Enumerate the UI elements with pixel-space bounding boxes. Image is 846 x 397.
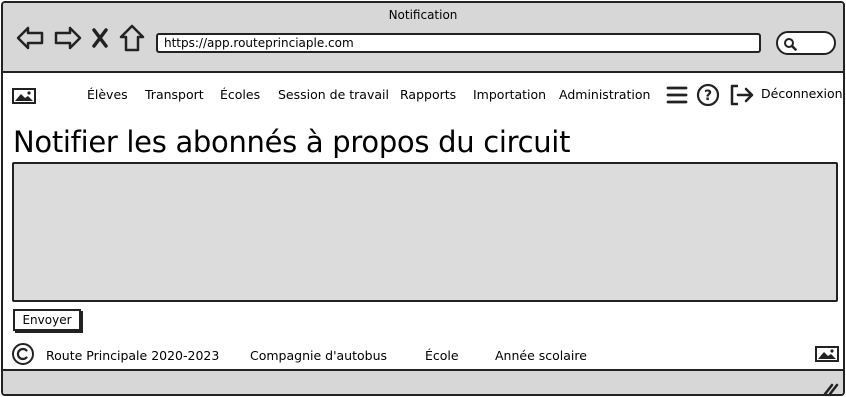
browser-chrome: Notification https://app.routeprinciaple…	[3, 3, 843, 73]
hamburger-menu-icon[interactable]	[666, 85, 688, 105]
nav-item-administration[interactable]: Administration	[559, 87, 650, 102]
help-icon[interactable]: ?	[696, 83, 720, 107]
image-icon	[815, 346, 839, 362]
close-icon	[92, 28, 108, 48]
nav-item-importation[interactable]: Importation	[473, 87, 546, 102]
footer: Route Principale 2020-2023 Compagnie d'a…	[3, 339, 843, 369]
footer-link-annee-scolaire[interactable]: Année scolaire	[495, 348, 587, 363]
window-title: Notification	[388, 8, 458, 22]
message-textarea[interactable]	[12, 162, 838, 302]
home-button[interactable]	[118, 22, 146, 54]
footer-link-ecole[interactable]: École	[425, 348, 459, 363]
resize-grip-icon[interactable]	[823, 381, 839, 395]
footer-link-compagnie[interactable]: Compagnie d'autobus	[250, 348, 387, 363]
copyright-icon	[12, 343, 34, 365]
back-arrow-icon	[16, 26, 44, 50]
nav-item-eleves[interactable]: Élèves	[87, 87, 128, 102]
send-button[interactable]: Envoyer	[13, 309, 81, 331]
nav-item-ecoles[interactable]: Écoles	[220, 87, 260, 102]
status-bar	[3, 369, 843, 395]
url-bar[interactable]: https://app.routeprinciaple.com	[156, 33, 761, 53]
browser-window: Notification https://app.routeprinciaple…	[1, 1, 845, 396]
nav-item-rapports[interactable]: Rapports	[400, 87, 456, 102]
browser-search[interactable]	[776, 31, 836, 55]
logout-icon[interactable]	[729, 83, 755, 107]
app-navbar: Élèves Transport Écoles Session de trava…	[3, 75, 843, 115]
home-icon	[119, 24, 145, 52]
logo-image-icon[interactable]	[12, 88, 36, 104]
forward-arrow-icon	[54, 26, 82, 50]
stop-button[interactable]	[89, 22, 111, 54]
forward-button[interactable]	[53, 22, 83, 54]
svg-text:?: ?	[704, 88, 712, 104]
logout-link[interactable]: Déconnexion	[761, 86, 843, 101]
nav-item-transport[interactable]: Transport	[145, 87, 204, 102]
back-button[interactable]	[15, 22, 45, 54]
footer-copyright: Route Principale 2020-2023	[46, 348, 220, 363]
page-title: Notifier les abonnés à propos du circuit	[13, 125, 571, 159]
nav-item-session-de-travail[interactable]: Session de travail	[278, 87, 389, 102]
search-icon	[784, 38, 797, 51]
